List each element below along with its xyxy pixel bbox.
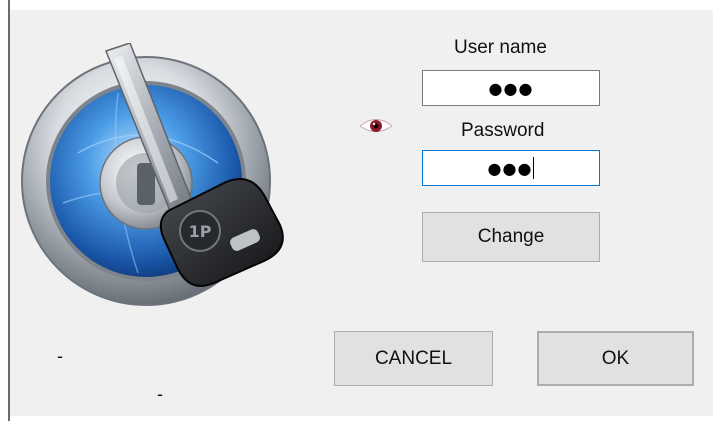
status-text-left: - (57, 346, 63, 366)
password-label: Password (461, 120, 545, 141)
svg-text:1P: 1P (189, 222, 212, 241)
password-field[interactable]: ●●● (422, 150, 600, 186)
change-button[interactable]: Change (422, 212, 600, 262)
username-value: ●●● (488, 78, 534, 98)
cancel-button[interactable]: CANCEL (334, 331, 493, 386)
status-text-bottom: - (157, 384, 163, 404)
eye-icon[interactable] (358, 115, 394, 137)
username-label: User name (454, 37, 547, 58)
username-field[interactable]: ●●● (422, 70, 600, 106)
text-caret (533, 157, 535, 179)
app-logo-icon: 1P (21, 43, 284, 306)
password-value: ●●● (487, 158, 533, 178)
ok-button[interactable]: OK (537, 331, 694, 386)
